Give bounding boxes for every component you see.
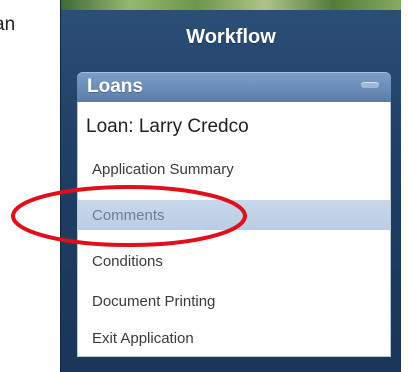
menu-item-label: Application Summary [92, 160, 234, 178]
loan-name-heading: Loan: Larry Credco [86, 116, 249, 137]
menu-item-conditions[interactable]: Conditions [92, 246, 382, 276]
menu-item-comments[interactable]: Comments [78, 200, 390, 230]
loans-menu: Loan: Larry Credco Application Summary C… [77, 102, 391, 357]
menu-item-document-printing[interactable]: Document Printing [92, 286, 382, 316]
loans-section-header[interactable]: Loans [77, 72, 391, 102]
background-image-strip [61, 0, 401, 10]
menu-item-label: Document Printing [92, 292, 216, 310]
menu-item-label: Exit Application [92, 329, 194, 347]
collapse-icon[interactable] [361, 82, 379, 88]
cropped-text-fragment: an [0, 14, 16, 35]
menu-item-application-summary[interactable]: Application Summary [92, 154, 382, 184]
menu-item-label: Conditions [92, 252, 163, 270]
menu-item-label: Comments [92, 206, 165, 224]
menu-item-exit-application[interactable]: Exit Application [92, 323, 382, 353]
loans-section-label: Loans [87, 76, 143, 97]
workflow-panel: Workflow Loans Loan: Larry Credco Applic… [60, 0, 401, 372]
panel-title: Workflow [186, 26, 276, 48]
